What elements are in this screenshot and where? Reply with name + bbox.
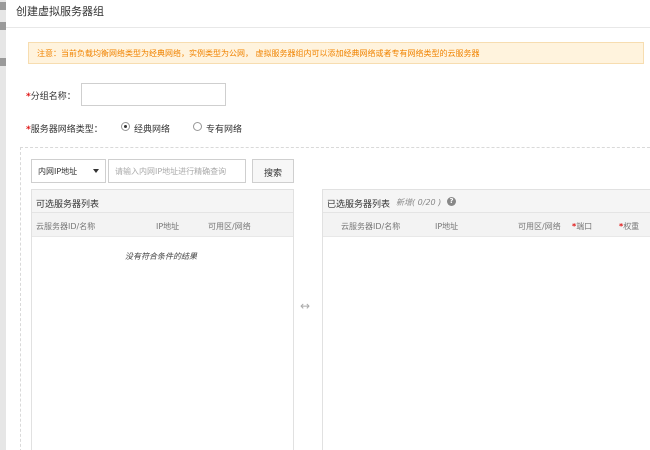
selected-count: 新增( 0/20 ) <box>396 198 442 207</box>
available-servers-header: 云服务器ID/名称 IP地址 可用区/网络 <box>32 213 293 237</box>
group-name-label-text: 分组名称： <box>30 92 76 102</box>
col-weight-text: 权重 <box>623 222 640 231</box>
dialog-title: 创建虚拟服务器组 <box>16 5 104 18</box>
search-input[interactable]: 请输入内网IP地址进行精确查询 <box>108 159 246 183</box>
group-name-input[interactable] <box>81 83 226 106</box>
available-servers-panel: 可选服务器列表 云服务器ID/名称 IP地址 可用区/网络 没有符合条件的结果 <box>31 189 294 450</box>
available-servers-title-bar: 可选服务器列表 <box>32 190 293 213</box>
col-server-id: 云服务器ID/名称 <box>36 222 96 231</box>
col-ip: IP地址 <box>435 222 459 231</box>
transfer-arrows-icon: ↔ <box>300 299 311 313</box>
caret-down-icon <box>93 169 99 173</box>
radio-classic-network-label[interactable]: 经典网络 <box>134 122 170 135</box>
group-name-label: *分组名称： <box>26 89 76 102</box>
col-weight: *权重 <box>619 221 639 232</box>
selected-servers-title-bar: 已选服务器列表 新增( 0/20 ) ? <box>323 190 650 213</box>
selected-servers-title: 已选服务器列表 <box>327 200 391 210</box>
col-port-text: 端口 <box>576 222 593 231</box>
search-button-label: 搜索 <box>263 169 282 179</box>
col-zone-network: 可用区/网络 <box>518 222 561 231</box>
col-ip: IP地址 <box>156 222 180 231</box>
search-button[interactable]: 搜索 <box>252 159 294 183</box>
empty-result-text: 没有符合条件的结果 <box>125 252 197 261</box>
network-type-label-text: 服务器网络类型： <box>30 125 103 135</box>
col-server-id: 云服务器ID/名称 <box>341 222 401 231</box>
search-filter-select[interactable]: 内网IP地址 <box>31 159 106 183</box>
radio-classic-network[interactable] <box>121 122 130 131</box>
notice-banner: 注意：当前负载均衡网络类型为经典网络，实例类型为公网， 虚拟服务器组内可以添加经… <box>28 42 644 64</box>
dialog-header: 创建虚拟服务器组 <box>6 0 650 28</box>
notice-text: 注意：当前负载均衡网络类型为经典网络，实例类型为公网， 虚拟服务器组内可以添加经… <box>37 49 480 58</box>
search-filter-value: 内网IP地址 <box>38 167 78 176</box>
col-zone-network: 可用区/网络 <box>208 222 251 231</box>
search-placeholder: 请输入内网IP地址进行精确查询 <box>115 167 227 176</box>
network-type-label: *服务器网络类型： <box>26 122 103 135</box>
selected-servers-panel: 已选服务器列表 新增( 0/20 ) ? 云服务器ID/名称 IP地址 可用区/… <box>322 189 650 450</box>
radio-vpc-network[interactable] <box>193 122 202 131</box>
col-port: *端口 <box>572 221 592 232</box>
available-servers-title: 可选服务器列表 <box>36 200 100 210</box>
radio-vpc-network-label[interactable]: 专有网络 <box>206 122 242 135</box>
help-icon[interactable]: ? <box>447 197 456 206</box>
selected-servers-header: 云服务器ID/名称 IP地址 可用区/网络 *端口 *权重 <box>323 213 650 237</box>
